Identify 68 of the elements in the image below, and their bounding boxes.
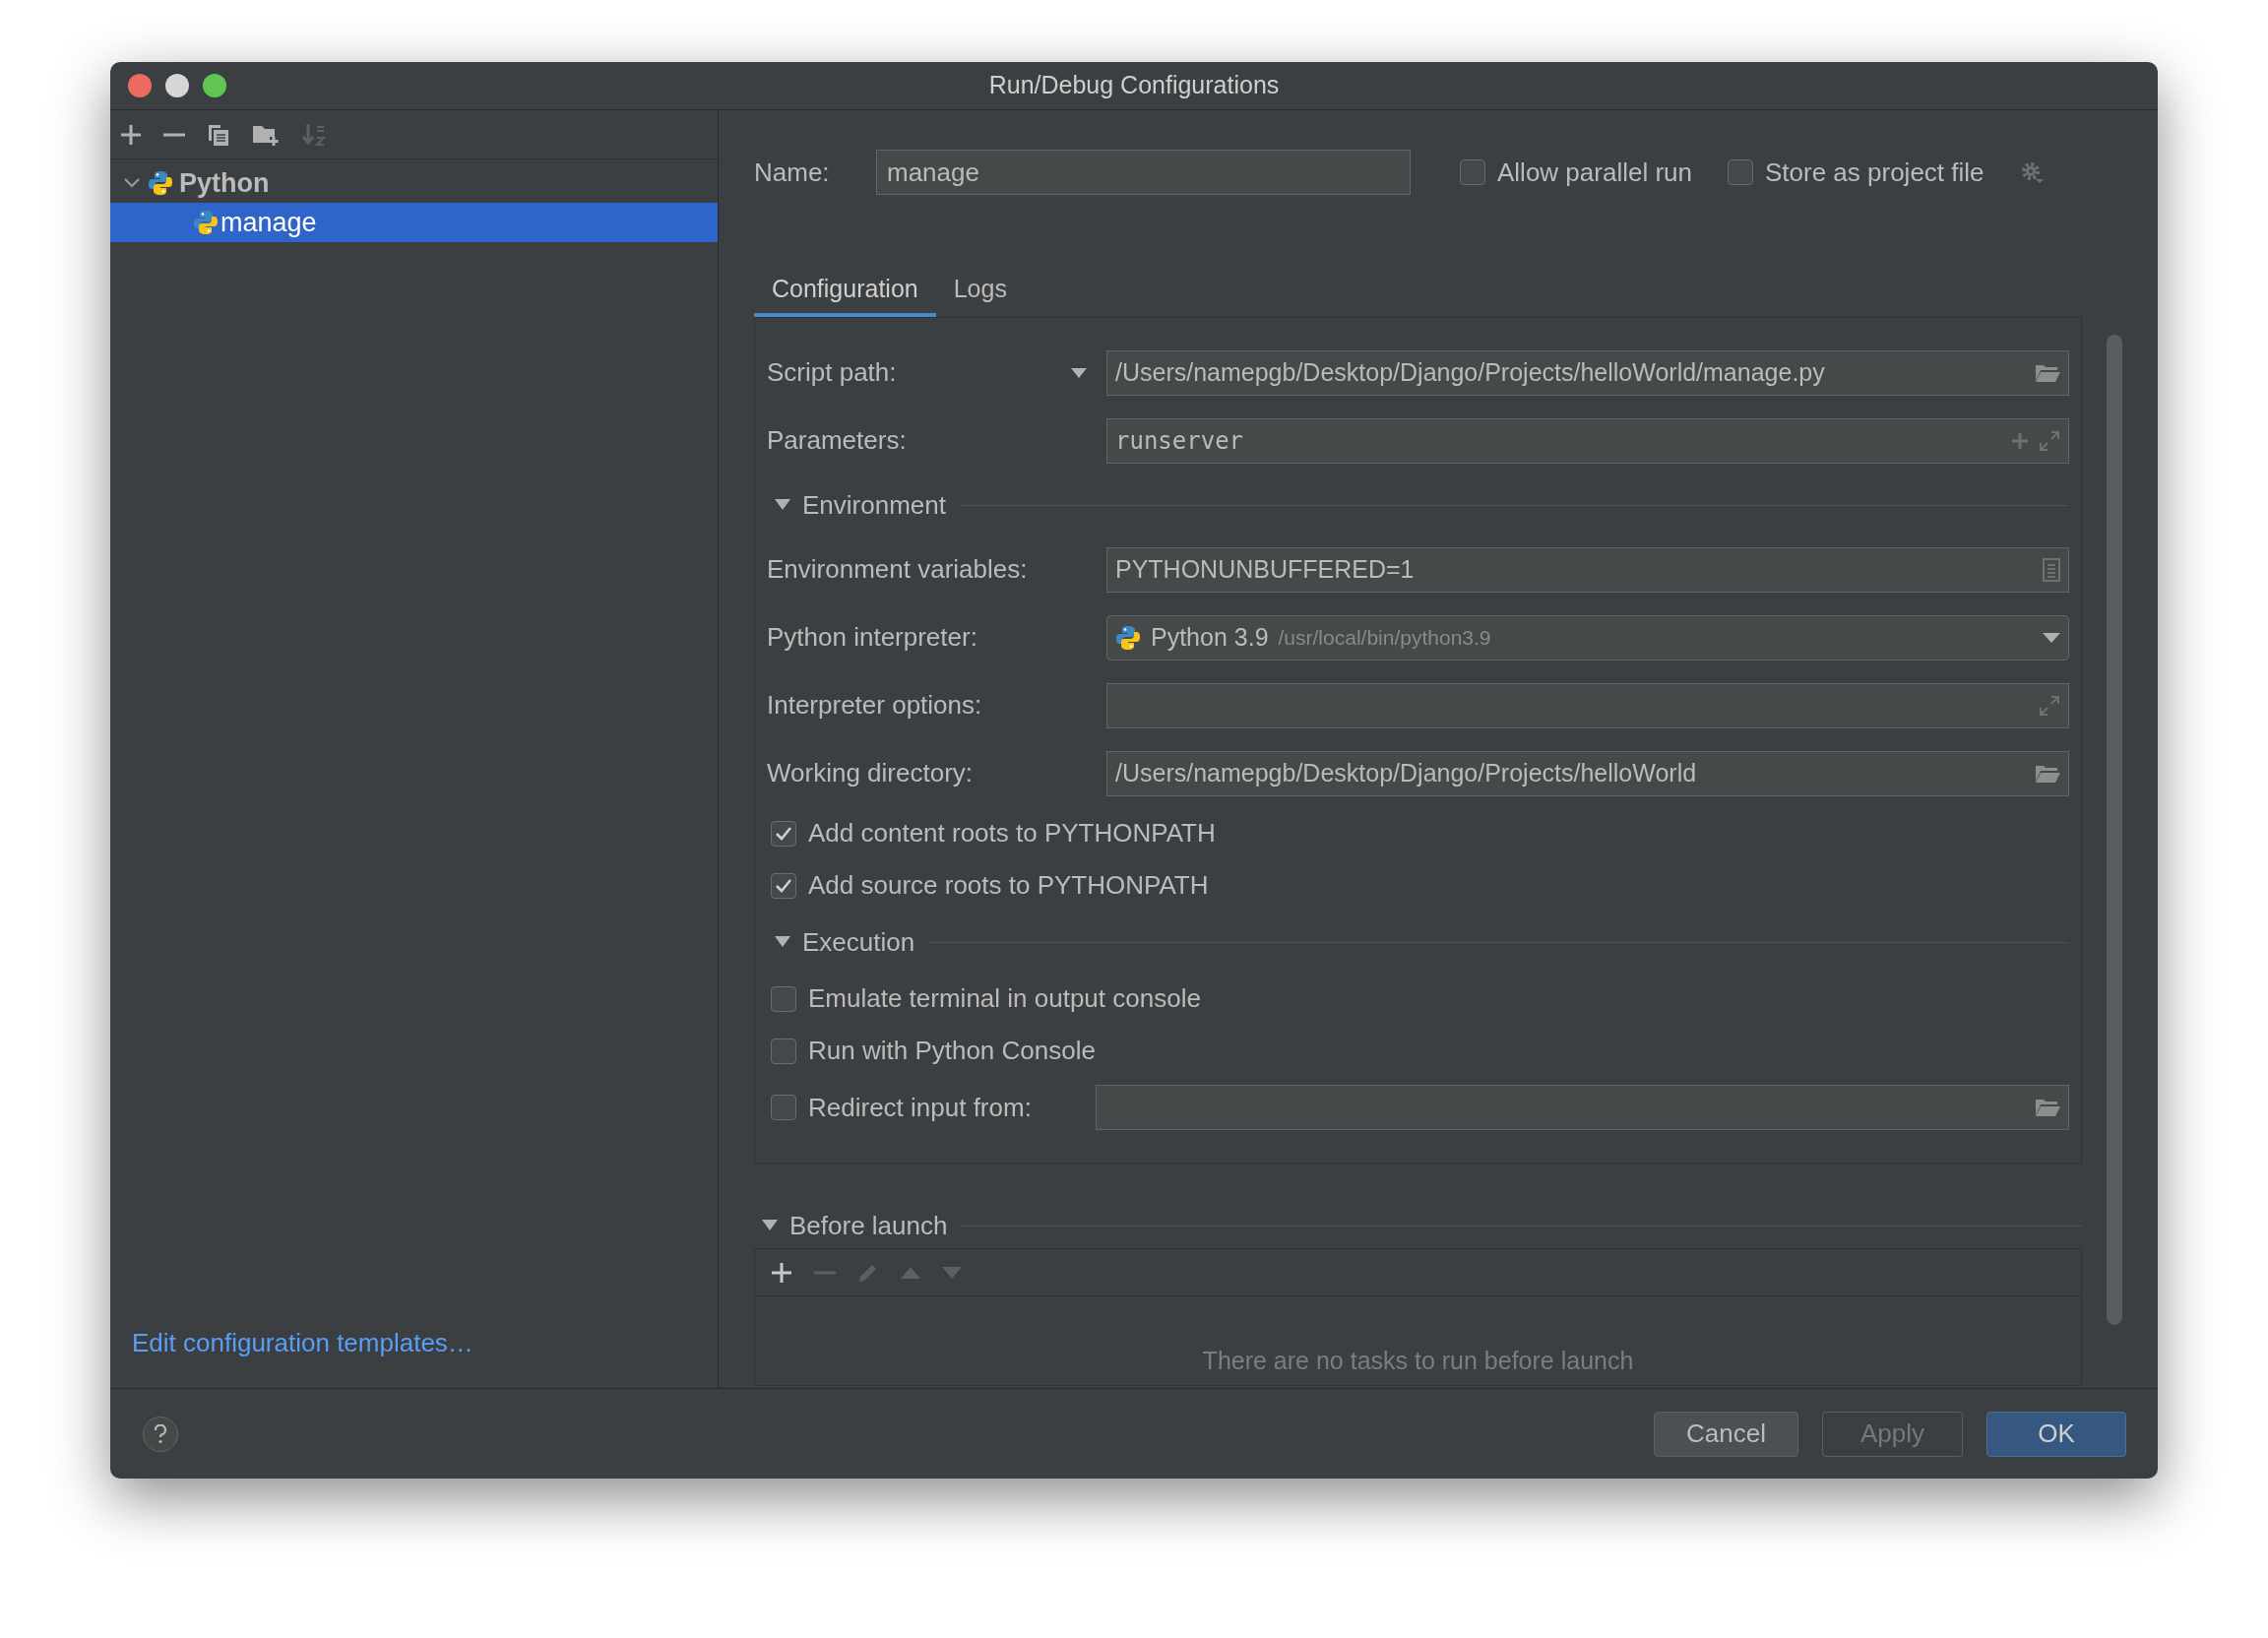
edit-templates-link[interactable]: Edit configuration templates…: [132, 1328, 473, 1357]
checkbox[interactable]: [1460, 159, 1485, 185]
scrollbar[interactable]: [2107, 335, 2122, 1325]
section-title: Before launch: [789, 1209, 948, 1242]
checkbox-label: Emulate terminal in output console: [808, 982, 1201, 1015]
python-icon: [148, 170, 173, 196]
expand-icon[interactable]: [2039, 429, 2060, 452]
name-label: Name:: [754, 156, 831, 189]
add-icon[interactable]: [771, 1261, 792, 1284]
gear-icon[interactable]: [2019, 160, 2044, 184]
dropdown-caret-icon[interactable]: [1071, 367, 1087, 378]
checkbox[interactable]: [771, 985, 796, 1012]
help-button[interactable]: [143, 1416, 178, 1452]
section-title: Environment: [802, 488, 946, 522]
checkbox-label: Add content roots to PYTHONPATH: [808, 817, 1216, 850]
dialog-button[interactable]: Cancel: [1654, 1411, 1798, 1457]
field-label: Working directory:: [767, 757, 974, 789]
checkbox-label: Store as project file: [1765, 156, 1984, 189]
empty-message: There are no tasks to run before launch: [1202, 1345, 1634, 1376]
add-icon[interactable]: [120, 123, 142, 146]
tree-item[interactable]: Python: [179, 162, 270, 204]
folder-icon: [2035, 1098, 2060, 1117]
dropdown-caret-icon[interactable]: [2043, 632, 2060, 643]
folder-icon[interactable]: [2035, 362, 2060, 383]
field-label: Interpreter options:: [767, 689, 982, 722]
close-button[interactable]: [128, 74, 152, 97]
name-field[interactable]: manage: [876, 150, 1411, 195]
copy-icon[interactable]: [207, 122, 230, 147]
collapse-triangle-icon[interactable]: [762, 1220, 778, 1231]
remove-icon[interactable]: [163, 132, 185, 137]
input-field[interactable]: [1095, 1085, 2069, 1130]
tab[interactable]: Logs: [935, 266, 1025, 317]
python-icon: [193, 210, 219, 235]
checkbox[interactable]: [771, 872, 796, 899]
input-field[interactable]: [1106, 682, 2069, 728]
input-field[interactable]: runserver: [1106, 417, 2069, 464]
checkbox[interactable]: [771, 1038, 796, 1064]
input-field[interactable]: /Users/namepgb/Desktop/Django/Projects/helloWorld: [1106, 750, 2069, 796]
field-label: Parameters:: [767, 424, 907, 457]
interpreter-dropdown[interactable]: Python 3.9 /usr/local/bin/python3.9: [1106, 614, 2069, 661]
check-icon: [775, 825, 792, 842]
field-label: Python interpreter:: [767, 621, 977, 654]
checkbox-label: Run with Python Console: [808, 1035, 1096, 1067]
checkbox[interactable]: [1728, 159, 1753, 185]
window-title: Run/Debug Configurations: [988, 70, 1280, 101]
expand-icon[interactable]: [2039, 694, 2060, 717]
python-icon: [1115, 624, 1141, 651]
tree-item[interactable]: manage: [110, 203, 718, 242]
minimize-button[interactable]: [165, 74, 189, 97]
checkbox[interactable]: [771, 1095, 796, 1120]
zoom-button[interactable]: [203, 74, 226, 97]
ok-button[interactable]: OK: [1986, 1411, 2126, 1457]
input-field[interactable]: PYTHONUNBUFFERED=1: [1106, 546, 2069, 593]
collapse-triangle-icon[interactable]: [775, 499, 790, 511]
field-label: Environment variables:: [767, 553, 1028, 586]
checkbox-label: Add source roots to PYTHONPATH: [808, 869, 1209, 902]
folder-icon[interactable]: [2035, 763, 2060, 784]
input-field[interactable]: /Users/namepgb/Desktop/Django/Projects/helloWorld/manage.py: [1106, 349, 2069, 396]
tab[interactable]: Configuration: [754, 266, 936, 317]
checkbox-label: Redirect input from:: [808, 1091, 1032, 1124]
checkbox-label: Allow parallel run: [1497, 156, 1692, 189]
document-icon[interactable]: [2043, 557, 2060, 582]
check-icon: [775, 877, 792, 894]
collapse-triangle-icon[interactable]: [775, 936, 790, 948]
help-icon: [154, 1423, 167, 1444]
field-label: Script path:: [767, 356, 897, 389]
checkbox[interactable]: [771, 820, 796, 847]
section-title: Execution: [802, 925, 915, 959]
